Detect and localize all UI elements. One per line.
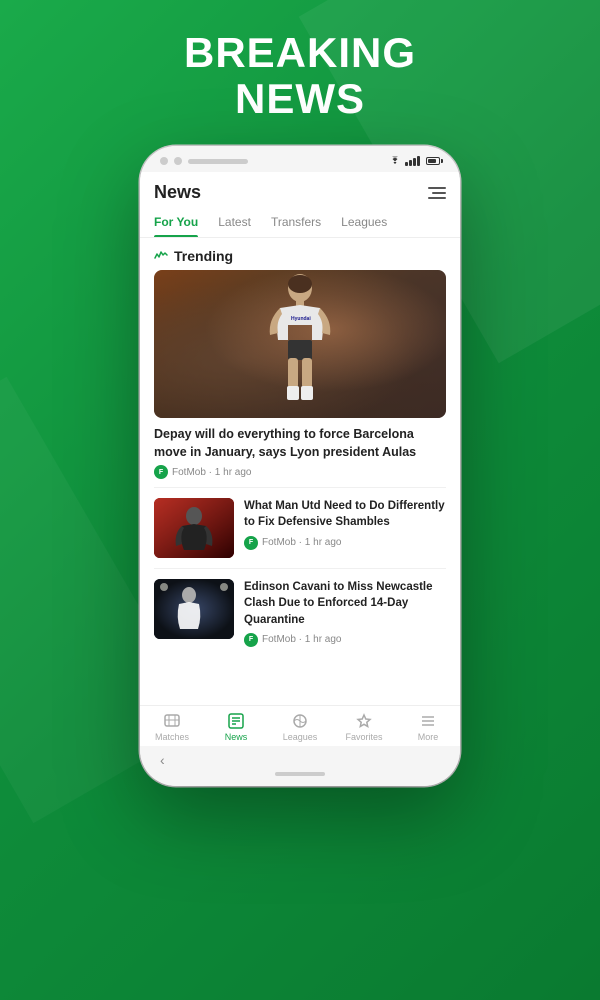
article-source-text-1: FotMob · 1 hr ago <box>262 537 342 548</box>
battery-icon <box>426 157 440 165</box>
source-name: FotMob <box>172 467 206 478</box>
article-title-1: What Man Utd Need to Do Differently to F… <box>244 498 446 530</box>
featured-source-text: FotMob · 1 hr ago <box>172 467 252 478</box>
wifi-icon <box>389 156 401 166</box>
matches-icon <box>163 712 181 730</box>
headline-line1: BREAKING <box>184 30 416 76</box>
camera-dot-2 <box>174 157 182 165</box>
tab-transfers[interactable]: Transfers <box>261 211 331 237</box>
headline-line2: NEWS <box>184 76 416 122</box>
nav-favorites[interactable]: Favorites <box>332 712 396 742</box>
thumb-1-image <box>154 498 234 558</box>
featured-article-title[interactable]: Depay will do everything to force Barcel… <box>140 418 460 465</box>
leagues-icon <box>291 712 309 730</box>
fotmob-logo-3: F <box>244 633 258 647</box>
article-row-1[interactable]: What Man Utd Need to Do Differently to F… <box>140 488 460 568</box>
article-thumb-1 <box>154 498 234 558</box>
nav-more[interactable]: More <box>396 712 460 742</box>
article-info-2: Edinson Cavani to Miss Newcastle Clash D… <box>244 579 446 646</box>
nav-favorites-label: Favorites <box>345 732 382 742</box>
speaker-bar <box>188 159 248 164</box>
featured-image-inner: Hyundai <box>154 270 446 418</box>
tab-for-you[interactable]: For You <box>154 211 208 237</box>
nav-more-label: More <box>418 732 439 742</box>
article-thumb-2 <box>154 579 234 639</box>
featured-article-image[interactable]: Hyundai <box>154 270 446 418</box>
svg-text:Hyundai: Hyundai <box>291 316 311 322</box>
tab-bar: For You Latest Transfers Leagues <box>140 203 460 238</box>
nav-news-label: News <box>225 732 248 742</box>
news-icon <box>227 712 245 730</box>
headline: BREAKING NEWS <box>184 30 416 122</box>
trending-pulse-icon <box>154 249 168 263</box>
menu-line-3 <box>428 197 446 199</box>
article-title-2: Edinson Cavani to Miss Newcastle Clash D… <box>244 579 446 627</box>
nav-leagues-label: Leagues <box>283 732 318 742</box>
featured-source-line: F FotMob · 1 hr ago <box>140 465 460 487</box>
trending-section-header: Trending <box>140 238 460 270</box>
back-arrow-icon[interactable]: ‹ <box>140 752 165 768</box>
nav-news[interactable]: News <box>204 712 268 742</box>
app-screen: News For You Latest Transfers Leagues Tr… <box>140 172 460 746</box>
app-header: News <box>140 172 460 203</box>
more-icon <box>419 712 437 730</box>
phone-bottom: ‹ <box>140 746 460 786</box>
article-source-2: F FotMob · 1 hr ago <box>244 633 446 647</box>
battery-fill <box>428 159 436 163</box>
phone-cameras <box>160 157 248 165</box>
tab-leagues[interactable]: Leagues <box>331 211 397 237</box>
article-source-text-2: FotMob · 1 hr ago <box>262 634 342 645</box>
menu-line-2 <box>432 192 446 194</box>
signal-icon <box>405 156 420 166</box>
favorites-icon <box>355 712 373 730</box>
nav-matches[interactable]: Matches <box>140 712 204 742</box>
article-info-1: What Man Utd Need to Do Differently to F… <box>244 498 446 549</box>
article-source-1: F FotMob · 1 hr ago <box>244 536 446 550</box>
home-indicator[interactable] <box>275 772 325 776</box>
nav-matches-label: Matches <box>155 732 189 742</box>
fotmob-logo-2: F <box>244 536 258 550</box>
news-content: Trending <box>140 238 460 705</box>
trending-label: Trending <box>174 248 233 264</box>
nav-leagues[interactable]: Leagues <box>268 712 332 742</box>
article-row-2[interactable]: Edinson Cavani to Miss Newcastle Clash D… <box>140 569 460 656</box>
camera-dot <box>160 157 168 165</box>
filter-icon[interactable] <box>428 187 446 199</box>
menu-line-1 <box>428 187 446 189</box>
fotmob-logo: F <box>154 465 168 479</box>
status-bar <box>389 156 440 166</box>
app-title: News <box>154 182 201 203</box>
phone-mockup: News For You Latest Transfers Leagues Tr… <box>140 146 460 786</box>
bottom-navigation: Matches News Leagues <box>140 705 460 746</box>
tab-latest[interactable]: Latest <box>208 211 261 237</box>
phone-top <box>140 146 460 172</box>
source-time: 1 hr ago <box>215 467 252 478</box>
thumb-2-image <box>154 579 234 639</box>
player-silhouette: Hyundai <box>260 270 340 418</box>
